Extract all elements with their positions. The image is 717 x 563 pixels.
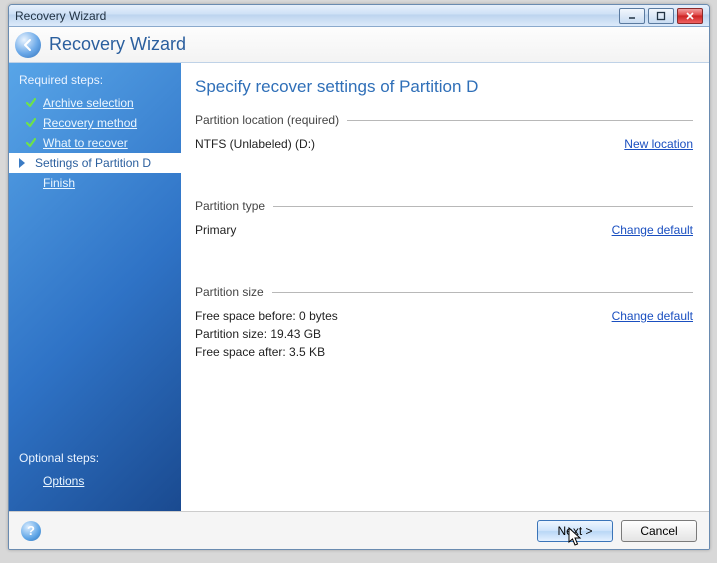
divider [347,120,693,121]
main-heading: Specify recover settings of Partition D [195,77,693,97]
check-icon [25,117,37,129]
footer: ? Next > Cancel [9,511,709,549]
step-label: Recovery method [43,116,137,130]
back-button[interactable] [15,32,41,58]
next-button[interactable]: Next > [537,520,613,542]
partition-size-value: Partition size: 19.43 GB [195,327,338,341]
check-icon [25,137,37,149]
partition-location-value: NTFS (Unlabeled) (D:) [195,137,315,151]
divider [272,292,693,293]
titlebar: Recovery Wizard [9,5,709,27]
change-default-size-link[interactable]: Change default [612,309,693,323]
window-title: Recovery Wizard [15,9,616,23]
step-what-to-recover[interactable]: What to recover [9,133,181,153]
change-default-type-link[interactable]: Change default [612,223,693,237]
step-options[interactable]: Options [9,471,181,491]
maximize-button[interactable] [648,8,674,24]
sidebar: Required steps: Archive selection Recove… [9,63,181,511]
section-partition-location: Partition location (required) NTFS (Unla… [195,113,693,151]
step-label: Settings of Partition D [35,156,151,170]
wizard-window: Recovery Wizard Recovery Wizard Required… [8,4,710,550]
check-icon [25,97,37,109]
new-location-link[interactable]: New location [624,137,693,151]
step-label: What to recover [43,136,128,150]
header-bar: Recovery Wizard [9,27,709,63]
step-label: Options [25,474,84,488]
close-button[interactable] [677,8,703,24]
step-archive-selection[interactable]: Archive selection [9,93,181,113]
free-space-after: Free space after: 3.5 KB [195,345,338,359]
step-recovery-method[interactable]: Recovery method [9,113,181,133]
help-button[interactable]: ? [21,521,41,541]
cancel-button[interactable]: Cancel [621,520,697,542]
step-settings-partition-d[interactable]: Settings of Partition D [9,153,182,173]
step-label: Finish [25,176,75,190]
page-title: Recovery Wizard [49,34,186,55]
partition-type-value: Primary [195,223,236,237]
section-partition-size: Partition size Free space before: 0 byte… [195,285,693,363]
section-partition-type: Partition type Primary Change default [195,199,693,237]
section-title: Partition location (required) [195,113,339,127]
divider [273,206,693,207]
optional-steps-header: Optional steps: [9,449,181,471]
section-title: Partition type [195,199,265,213]
minimize-button[interactable] [619,8,645,24]
required-steps-header: Required steps: [9,71,181,93]
arrow-left-icon [21,38,35,52]
step-finish[interactable]: Finish [9,173,181,193]
section-title: Partition size [195,285,264,299]
free-space-before: Free space before: 0 bytes [195,309,338,323]
help-icon: ? [27,523,35,538]
main-panel: Specify recover settings of Partition D … [181,63,709,511]
step-label: Archive selection [43,96,134,110]
